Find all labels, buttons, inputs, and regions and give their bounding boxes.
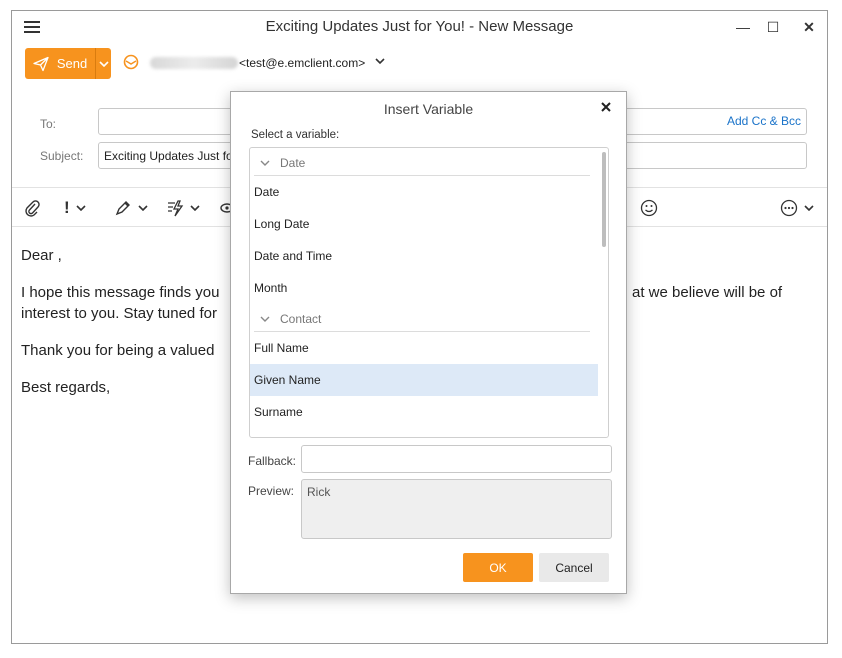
scrollbar-thumb[interactable] — [602, 152, 606, 247]
body-line[interactable]: interest to you. Stay tuned for — [21, 305, 217, 322]
list-item-selected[interactable]: Given Name — [250, 364, 598, 396]
chevron-down-icon — [260, 316, 270, 322]
cancel-button[interactable]: Cancel — [539, 553, 609, 582]
title-bar: Exciting Updates Just for You! - New Mes… — [12, 11, 827, 43]
group-header-date[interactable]: Date — [250, 152, 594, 174]
paperclip-icon — [25, 200, 40, 217]
list-item[interactable]: Month — [250, 272, 598, 304]
list-item[interactable]: Date — [250, 176, 598, 208]
variable-list[interactable]: Date Date Long Date Date and Time Month … — [249, 147, 609, 438]
list-item[interactable]: Long Date — [250, 208, 598, 240]
close-icon[interactable] — [598, 99, 614, 115]
group-header-contact[interactable]: Contact — [250, 308, 594, 330]
fallback-label: Fallback: — [248, 454, 297, 468]
list-item[interactable]: Full Name — [250, 332, 598, 364]
quick-text-button[interactable] — [166, 198, 200, 218]
chevron-down-icon — [138, 205, 148, 211]
window-title: Exciting Updates Just for You! - New Mes… — [265, 18, 574, 35]
preview-label: Preview: — [248, 484, 295, 498]
chevron-down-icon — [804, 205, 814, 211]
subject-label: Subject: — [40, 149, 84, 163]
body-line-tail[interactable]: at we believe will be of — [632, 284, 782, 301]
minimize-button[interactable]: — — [730, 15, 756, 39]
from-email[interactable]: <test@e.emclient.com> — [239, 56, 365, 70]
maximize-button[interactable]: ☐ — [760, 15, 786, 39]
send-options-dropdown[interactable] — [96, 48, 111, 79]
list-item[interactable]: Surname — [250, 396, 598, 428]
select-variable-label: Select a variable: — [251, 129, 340, 141]
list-item[interactable]: Date and Time — [250, 240, 598, 272]
quick-text-icon — [168, 200, 184, 217]
dialog-title: Insert Variable — [383, 101, 474, 117]
chevron-down-icon — [190, 205, 200, 211]
to-label: To: — [40, 117, 57, 131]
send-label: Send — [56, 56, 88, 71]
chevron-down-icon — [76, 205, 86, 211]
chevron-down-icon — [98, 60, 109, 67]
attach-button[interactable] — [24, 198, 40, 218]
fallback-input[interactable] — [301, 445, 612, 473]
priority-button[interactable]: ! — [64, 198, 86, 218]
group-label: Contact — [280, 312, 322, 326]
from-dropdown-icon[interactable] — [375, 56, 385, 66]
body-line[interactable]: Best regards, — [21, 379, 110, 396]
body-line[interactable]: Dear , — [21, 247, 62, 264]
emoji-button[interactable] — [640, 198, 658, 218]
close-button[interactable]: ✕ — [796, 15, 822, 39]
group-label: Date — [280, 156, 306, 170]
signature-button[interactable] — [114, 198, 148, 218]
preview-box: Rick — [301, 479, 612, 539]
insert-variable-dialog: Insert Variable Select a variable: Date … — [230, 91, 627, 594]
chevron-down-icon — [260, 160, 270, 166]
send-icon — [33, 56, 49, 71]
sender-name-redacted — [150, 57, 238, 69]
more-icon — [780, 199, 798, 217]
more-options-button[interactable] — [780, 198, 814, 218]
identity-icon — [123, 54, 139, 70]
send-button[interactable]: Send — [25, 48, 111, 79]
body-line[interactable]: I hope this message finds you — [21, 284, 219, 301]
emoji-icon — [640, 199, 658, 217]
send-main[interactable]: Send — [25, 48, 95, 79]
signature-icon — [115, 201, 130, 216]
priority-icon: ! — [64, 198, 70, 217]
ok-button[interactable]: OK — [463, 553, 533, 582]
body-line[interactable]: Thank you for being a valued — [21, 342, 214, 359]
add-cc-bcc-link[interactable]: Add Cc & Bcc — [727, 114, 801, 128]
